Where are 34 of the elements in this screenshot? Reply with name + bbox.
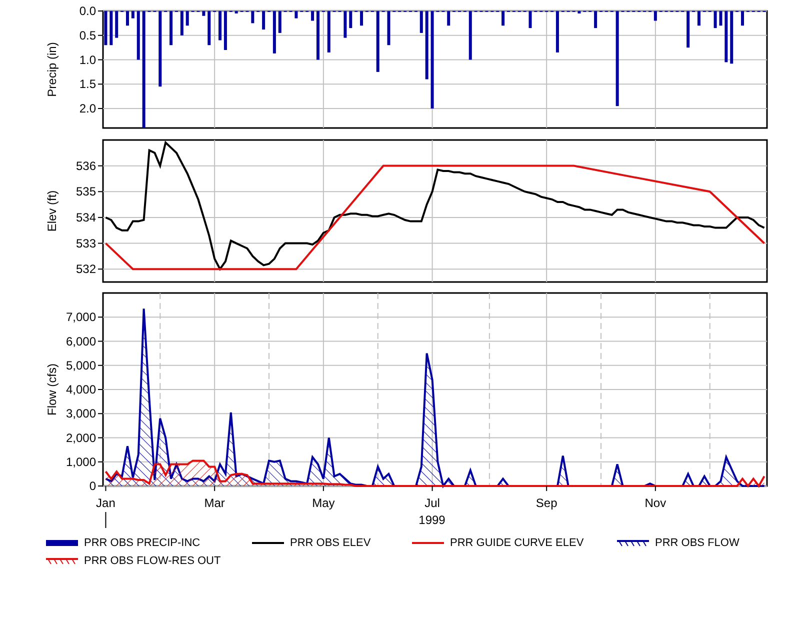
x-tick-label: Jan — [96, 496, 116, 510]
y-tick-label: 7,000 — [66, 310, 96, 324]
y-tick-label: 0 — [89, 479, 96, 493]
y-tick-label: 1.0 — [79, 52, 96, 67]
y-tick-label: 3,000 — [66, 406, 96, 421]
y-tick-label: 2,000 — [66, 430, 96, 445]
legend-label: PRR OBS ELEV — [290, 537, 371, 549]
y-tick-label: 5,000 — [66, 358, 96, 372]
y-tick-label: 1.5 — [79, 77, 96, 92]
legend-label: PRR GUIDE CURVE ELEV — [450, 537, 584, 549]
y-tick-label: 2.0 — [79, 102, 96, 116]
axis-title: Elev (ft) — [45, 190, 59, 232]
y-tick-label: 536 — [76, 158, 96, 173]
y-tick-label: 1,000 — [66, 454, 96, 469]
x-tick-label: Sep — [536, 496, 558, 510]
x-tick-label: May — [312, 496, 335, 510]
x-tick-label: Nov — [644, 496, 666, 510]
axis-title: Precip (in) — [45, 42, 59, 97]
legend-label: PRR OBS FLOW-RES OUT — [84, 555, 221, 567]
x-tick-label: Jul — [424, 496, 440, 510]
legend-label: PRR OBS PRECIP-INC — [84, 537, 200, 549]
axis-title: Flow (cfs) — [45, 364, 59, 416]
y-tick-label: 4,000 — [66, 382, 96, 396]
y-tick-label: 6,000 — [66, 334, 96, 348]
y-tick-label: 532 — [76, 262, 96, 276]
y-tick-label: 533 — [76, 236, 96, 250]
axis-tick — [105, 512, 106, 528]
legend-label: PRR OBS FLOW — [655, 537, 740, 549]
y-tick-label: 0.0 — [79, 4, 96, 18]
y-tick-label: 0.5 — [79, 28, 96, 42]
y-tick-label: 535 — [76, 184, 96, 199]
y-tick-label: 534 — [76, 210, 96, 224]
x-tick-label: Mar — [204, 496, 225, 510]
axis-title: 1999 — [418, 513, 446, 527]
